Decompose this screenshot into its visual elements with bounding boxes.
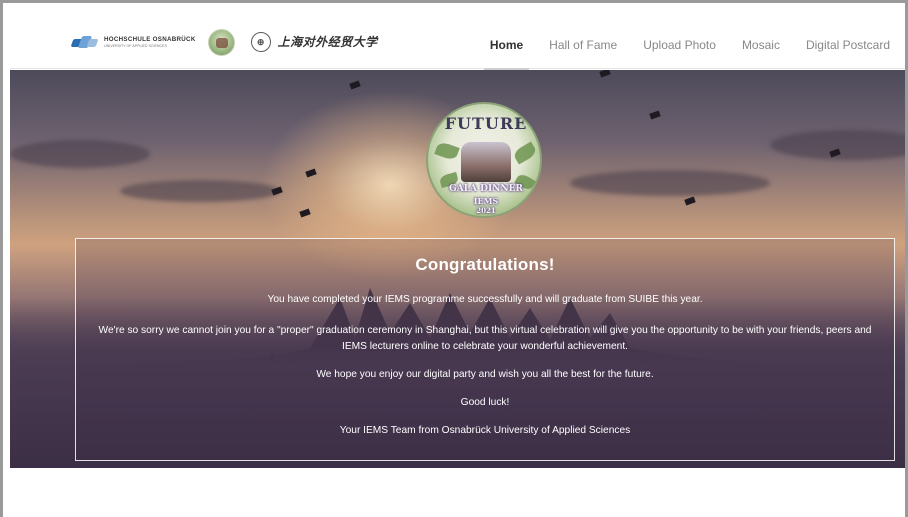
message-paragraph-3: We hope you enjoy our digital party and …: [316, 369, 654, 380]
cloud: [770, 130, 905, 160]
badge-subtitle: GALA DINNER: [449, 184, 523, 194]
cloud: [570, 170, 770, 196]
nav-item-home[interactable]: Home: [483, 17, 530, 70]
message-paragraph-4: Good luck!: [460, 397, 510, 408]
message-paragraph-5: Your IEMS Team from Osnabrück University…: [339, 425, 631, 436]
hero-banner: FUTURE GALA DINNER IEMS 2021 Congratulat…: [10, 70, 905, 468]
flying-cap: [684, 196, 696, 206]
badge-year: 2021: [476, 206, 496, 215]
hochschule-logo-name: HOCHSCHULE OSNABRÜCK: [104, 36, 196, 43]
nav-item-hall-of-fame[interactable]: Hall of Fame: [549, 17, 617, 69]
message-paragraph-2: We're so sorry we cannot join you for a …: [98, 325, 872, 352]
suibe-logo[interactable]: ⊕ 上海对外经贸大学: [250, 32, 378, 52]
leaf-decoration: [511, 141, 539, 165]
flying-cap: [349, 80, 361, 90]
flying-cap: [649, 110, 661, 120]
logo-group: HOCHSCHULE OSNABRÜCK UNIVERSITY OF APPLI…: [70, 27, 378, 57]
gala-dinner-small-logo[interactable]: [207, 28, 235, 56]
hochschule-osnabrueck-logo[interactable]: HOCHSCHULE OSNABRÜCK UNIVERSITY OF APPLI…: [70, 35, 196, 49]
nav-item-mosaic[interactable]: Mosaic: [742, 17, 780, 69]
message-title: Congratulations!: [415, 255, 555, 274]
flying-cap: [599, 70, 611, 78]
leaf-decoration: [434, 140, 460, 162]
nav-item-digital-postcard[interactable]: Digital Postcard: [806, 17, 890, 69]
badge-iems: IEMS: [473, 196, 499, 206]
cloud: [10, 140, 150, 168]
main-nav: Home Hall of Fame Upload Photo Mosaic Di…: [464, 17, 890, 70]
suibe-chinese-name: 上海对外经贸大学: [277, 35, 378, 49]
badge-title: FUTURE: [444, 114, 528, 133]
message-paragraph-1: You have completed your IEMS programme s…: [267, 294, 703, 305]
suibe-seal-icon: ⊕: [250, 32, 271, 52]
nav-item-upload-photo[interactable]: Upload Photo: [643, 17, 716, 69]
hochschule-logo-mark-icon: [70, 35, 99, 49]
hochschule-logo-subtitle: UNIVERSITY OF APPLIED SCIENCES: [104, 44, 167, 48]
congratulations-box: Congratulations! You have completed your…: [75, 238, 895, 461]
navbar: HOCHSCHULE OSNABRÜCK UNIVERSITY OF APPLI…: [10, 17, 905, 70]
badge-illustration: [461, 142, 511, 182]
gala-dinner-badge: FUTURE GALA DINNER IEMS 2021: [426, 102, 542, 218]
cloud: [120, 180, 280, 202]
